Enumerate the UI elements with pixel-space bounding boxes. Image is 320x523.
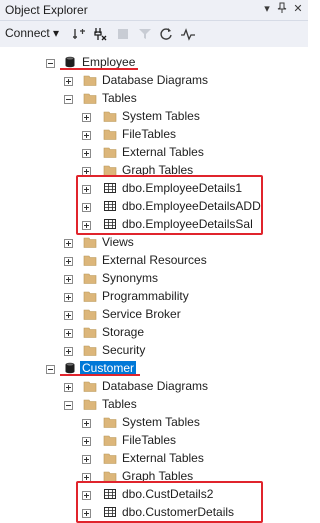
tree-node-folder[interactable]: Synonyms xyxy=(0,269,308,287)
tree-node-folder[interactable]: Storage xyxy=(0,323,308,341)
tree-node-label: Tables xyxy=(102,91,137,105)
tree-node-folder[interactable]: Programmability xyxy=(0,287,308,305)
expand-icon[interactable] xyxy=(64,309,73,320)
title-bar: Object Explorer ▾ ✕ xyxy=(0,0,308,21)
tree-node-label: External Tables xyxy=(122,451,204,465)
activity-monitor-icon[interactable] xyxy=(181,27,195,41)
tree-node-folder[interactable]: Views xyxy=(0,233,308,251)
tree-node-folder[interactable]: Database Diagrams xyxy=(0,71,308,89)
tree-node-label: Views xyxy=(102,235,134,249)
tree-node-folder[interactable]: Tables xyxy=(0,89,308,107)
folder-icon xyxy=(83,73,97,87)
disconnect-icon[interactable] xyxy=(93,27,107,41)
folder-icon xyxy=(103,433,117,447)
tree-node-label: Database Diagrams xyxy=(102,73,209,87)
pin-icon[interactable] xyxy=(275,2,289,16)
refresh-icon[interactable] xyxy=(159,27,173,41)
folder-icon xyxy=(83,307,97,321)
tree-node-folder[interactable]: Database Diagrams xyxy=(0,377,308,395)
expand-icon[interactable] xyxy=(82,165,91,176)
expand-icon[interactable] xyxy=(82,417,91,428)
expand-icon[interactable] xyxy=(64,291,73,302)
tree-node-folder[interactable]: External Resources xyxy=(0,251,308,269)
tree-node-folder[interactable]: System Tables xyxy=(0,107,308,125)
tree-node-database[interactable]: Employee xyxy=(0,53,308,71)
toolbar: Connect ▾ xyxy=(0,21,308,48)
folder-icon xyxy=(103,145,117,159)
expand-icon[interactable] xyxy=(82,129,91,140)
expand-icon[interactable] xyxy=(82,435,91,446)
tree-node-label: Database Diagrams xyxy=(102,379,209,393)
tree-node-folder[interactable]: FileTables xyxy=(0,431,308,449)
expand-icon[interactable] xyxy=(64,255,73,266)
folder-icon xyxy=(83,325,97,339)
tree-node-folder[interactable]: System Tables xyxy=(0,413,308,431)
database-icon xyxy=(63,361,77,375)
tree-node-label: Synonyms xyxy=(102,271,159,285)
dropdown-icon[interactable]: ▾ xyxy=(260,2,274,16)
expand-icon[interactable] xyxy=(64,75,73,86)
highlight-underline xyxy=(60,68,138,70)
object-explorer-tree: Employee Database Diagrams Tables System Ta… xyxy=(0,47,308,523)
tree-node-folder[interactable]: Service Broker xyxy=(0,305,308,323)
folder-icon xyxy=(83,397,97,411)
folder-icon xyxy=(83,235,97,249)
tree-node-label: FileTables xyxy=(122,127,177,141)
expand-icon[interactable] xyxy=(64,327,73,338)
tree-node-label: Customer xyxy=(80,361,137,375)
tree-node-label: External Tables xyxy=(122,145,204,159)
tree-node-label: Storage xyxy=(102,325,145,339)
tree-node-database[interactable]: Customer xyxy=(0,359,308,377)
folder-icon xyxy=(103,415,117,429)
connect-button[interactable]: Connect ▾ xyxy=(5,26,59,40)
highlight-box xyxy=(76,481,263,523)
expand-icon[interactable] xyxy=(64,345,73,356)
window-title: Object Explorer xyxy=(5,3,88,17)
tree-node-label: FileTables xyxy=(122,433,177,447)
tree-node-folder[interactable]: Security xyxy=(0,341,308,359)
expand-icon[interactable] xyxy=(64,237,73,248)
collapse-icon[interactable] xyxy=(64,93,73,104)
expand-icon[interactable] xyxy=(64,381,73,392)
folder-icon xyxy=(83,379,97,393)
expand-icon[interactable] xyxy=(64,273,73,284)
folder-icon xyxy=(83,289,97,303)
collapse-icon[interactable] xyxy=(64,399,73,410)
collapse-icon[interactable] xyxy=(46,363,55,374)
expand-icon[interactable] xyxy=(82,453,91,464)
close-icon[interactable]: ✕ xyxy=(291,2,305,16)
folder-icon xyxy=(103,109,117,123)
expand-icon[interactable] xyxy=(82,471,91,482)
filter-icon[interactable] xyxy=(138,27,152,41)
collapse-icon[interactable] xyxy=(46,57,55,68)
stop-icon[interactable] xyxy=(116,27,130,41)
tree-node-folder[interactable]: FileTables xyxy=(0,125,308,143)
folder-icon xyxy=(83,271,97,285)
tree-node-folder[interactable]: External Tables xyxy=(0,449,308,467)
folder-icon xyxy=(83,253,97,267)
connect-object-explorer-icon[interactable] xyxy=(72,27,86,41)
tree-node-label: Security xyxy=(102,343,146,357)
tree-node-label: External Resources xyxy=(102,253,207,267)
folder-icon xyxy=(103,451,117,465)
tree-node-label: System Tables xyxy=(122,109,200,123)
tree-node-label: System Tables xyxy=(122,415,200,429)
tree-node-label: Tables xyxy=(102,397,137,411)
tree-node-label: Service Broker xyxy=(102,307,181,321)
tree-node-label: Programmability xyxy=(102,289,189,303)
database-icon xyxy=(63,55,77,69)
folder-icon xyxy=(83,91,97,105)
highlight-box xyxy=(76,175,263,235)
folder-icon xyxy=(83,343,97,357)
tree-node-folder[interactable]: External Tables xyxy=(0,143,308,161)
highlight-underline xyxy=(60,374,140,376)
tree-node-label: Employee xyxy=(82,55,136,69)
tree-node-folder[interactable]: Tables xyxy=(0,395,308,413)
expand-icon[interactable] xyxy=(82,111,91,122)
expand-icon[interactable] xyxy=(82,147,91,158)
folder-icon xyxy=(103,127,117,141)
